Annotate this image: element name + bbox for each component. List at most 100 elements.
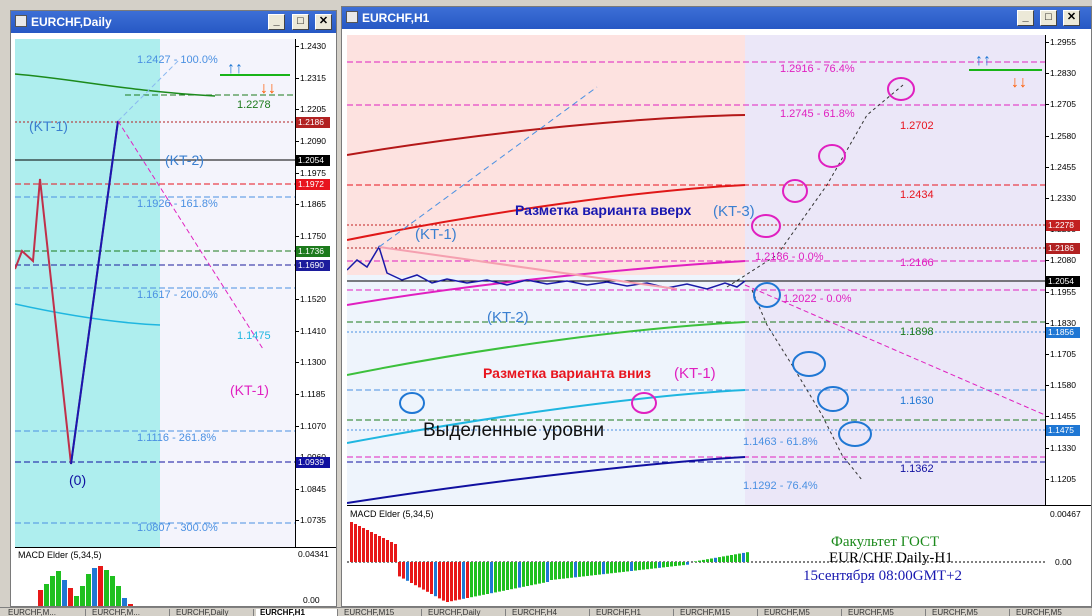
macd-bar	[414, 562, 417, 586]
maximize-button[interactable]: □	[292, 14, 309, 30]
macd-bar	[44, 584, 49, 606]
macd-bar	[566, 562, 569, 579]
macd-bar	[694, 561, 697, 562]
macd-bar	[522, 562, 525, 587]
macd-histogram	[38, 566, 133, 606]
h1-price-plot[interactable]: ↑↑ ↓↓ 1.2916 - 76.4% 1.2745 - 61.8% 1.27…	[347, 35, 1045, 505]
macd-bar	[642, 562, 645, 570]
level-1898-label: 1.1898	[900, 326, 934, 338]
price-axis-tick: 1.1955	[1046, 286, 1076, 297]
macd-bar	[630, 562, 633, 571]
macd-bar	[570, 562, 573, 578]
price-axis-tick: 1.2315	[296, 72, 326, 83]
macd-bar	[650, 562, 653, 569]
macd-bar	[722, 556, 725, 562]
price-axis-tick: 1.2090	[296, 135, 326, 146]
macd-bar	[394, 544, 397, 562]
macd-bar	[530, 562, 533, 586]
macd-bar	[578, 562, 581, 577]
macd-bar	[558, 562, 561, 580]
macd-bar	[446, 562, 449, 602]
macd-bar	[434, 562, 437, 597]
maximize-button[interactable]: □	[1040, 10, 1057, 26]
markup-down-kt-label: (KT-1)	[674, 365, 716, 382]
macd-bar	[482, 562, 485, 595]
price-axis-tick: 1.1865	[296, 199, 326, 210]
price-axis-tick: 1.2205	[296, 104, 326, 115]
price-axis-tick: 1.1300	[296, 357, 326, 368]
markup-up-kt-label: (KT-3)	[713, 203, 755, 220]
price-axis-tick: 1.0845	[296, 483, 326, 494]
price-tag: 1.2186	[296, 117, 330, 128]
macd-bar	[678, 562, 681, 566]
h1-macd-panel[interactable]: MACD Elder (5,34,5) 0.00467 0.00 Факульт…	[347, 505, 1091, 606]
macd-bar	[406, 562, 409, 581]
price-tag: 1.0939	[296, 457, 330, 468]
macd-bar	[74, 596, 79, 606]
down-arrows-icon: ↓↓	[260, 80, 276, 97]
h1-title-bar[interactable]: EURCHF,H1 _ □ ✕	[342, 7, 1091, 29]
macd-bar	[366, 530, 369, 562]
price-tag: 1.1972	[296, 179, 330, 190]
fib-618-dn-label: 1.1463 - 61.8%	[743, 436, 818, 448]
macd-bar	[666, 562, 669, 567]
price-tag: 1.2054	[296, 155, 330, 166]
minimize-button[interactable]: _	[268, 14, 285, 30]
level-1362-label: 1.1362	[900, 463, 934, 475]
macd-bar	[402, 562, 405, 579]
macd-bar	[738, 553, 741, 562]
fib-0-up-label: 1.2186 - 0.0%	[755, 251, 824, 263]
level-11475-label: 1.1475	[237, 330, 271, 342]
macd-bar	[410, 562, 413, 583]
macd-bar	[398, 562, 401, 577]
macd-bar	[514, 562, 517, 589]
markup-up-label: Разметка варианта вверх	[515, 202, 692, 218]
macd-bar	[104, 570, 109, 606]
macd-bar	[594, 562, 597, 576]
chart-tabs-bar: EURCHF,M... EURCHF,M... EURCHF,Daily EURCHF…	[0, 607, 1092, 616]
price-axis-tick: 1.1705	[1046, 349, 1076, 359]
fib-1618-label: 1.1926 - 161.8%	[137, 198, 218, 210]
close-button[interactable]: ✕	[315, 14, 332, 30]
macd-bar	[362, 528, 365, 562]
price-axis-tick: 1.1520	[296, 294, 326, 304]
macd-bar	[526, 562, 529, 586]
macd-bar	[62, 580, 67, 606]
close-button[interactable]: ✕	[1063, 10, 1080, 26]
macd-bar	[56, 571, 61, 606]
macd-bar	[698, 560, 701, 562]
level-2434-label: 1.2434	[900, 189, 934, 201]
minimize-button[interactable]: _	[1017, 10, 1034, 26]
price-tag: 1.1736	[296, 246, 330, 257]
daily-price-plot[interactable]: ↑↑ ↓↓ 1.2427 - 100.0% 1.2278 1.1926 - 16…	[15, 39, 295, 547]
daily-title-bar[interactable]: EURCHF,Daily _ □ ✕	[11, 11, 336, 33]
h1-chart-window[interactable]: EURCHF,H1 _ □ ✕ ↑↑ ↓↓ 1.2916 - 76.4% 1.2…	[341, 6, 1092, 607]
macd-bar	[426, 562, 429, 592]
macd-bar	[80, 586, 85, 606]
daily-chart-window[interactable]: EURCHF,Daily _ □ ✕ ↑↑ ↓↓ 1.2427 - 100.0%	[10, 10, 337, 607]
price-axis-tick: 1.1185	[295, 388, 326, 399]
macd-bar	[670, 562, 673, 567]
macd-bar	[646, 562, 649, 570]
daily-macd-panel[interactable]: MACD Elder (5,34,5) 0.04341 0.00	[15, 547, 336, 606]
price-axis-tick: 1.0735	[296, 515, 326, 526]
macd-bar	[726, 555, 729, 562]
macd-bar	[730, 555, 733, 562]
macd-bar	[702, 559, 705, 562]
macd-bar	[538, 562, 541, 584]
price-tag: 1.1475	[1046, 425, 1080, 436]
macd-bar	[626, 562, 629, 572]
macd-bar	[382, 538, 385, 562]
macd-bar	[370, 532, 373, 562]
daily-price-axis[interactable]: 1.2430 1.2315 1.2205 1.2090 1.1975 1.1865 1.17…	[295, 39, 336, 547]
h1-price-axis[interactable]: 1.2955 1.2830 1.2705 1.2580 1.2455 1.2330 1.22…	[1045, 35, 1091, 505]
macd-bar	[450, 562, 453, 602]
daily-window-title: EURCHF,Daily	[31, 15, 112, 29]
macd-bar	[734, 554, 737, 562]
macd-bar	[662, 562, 665, 568]
macd-bar	[582, 562, 585, 577]
price-tag: 1.1690	[296, 260, 330, 271]
macd-zero-value: 0.00	[303, 595, 320, 605]
level-2702-label: 1.2702	[900, 120, 934, 132]
macd-bar	[634, 562, 637, 571]
